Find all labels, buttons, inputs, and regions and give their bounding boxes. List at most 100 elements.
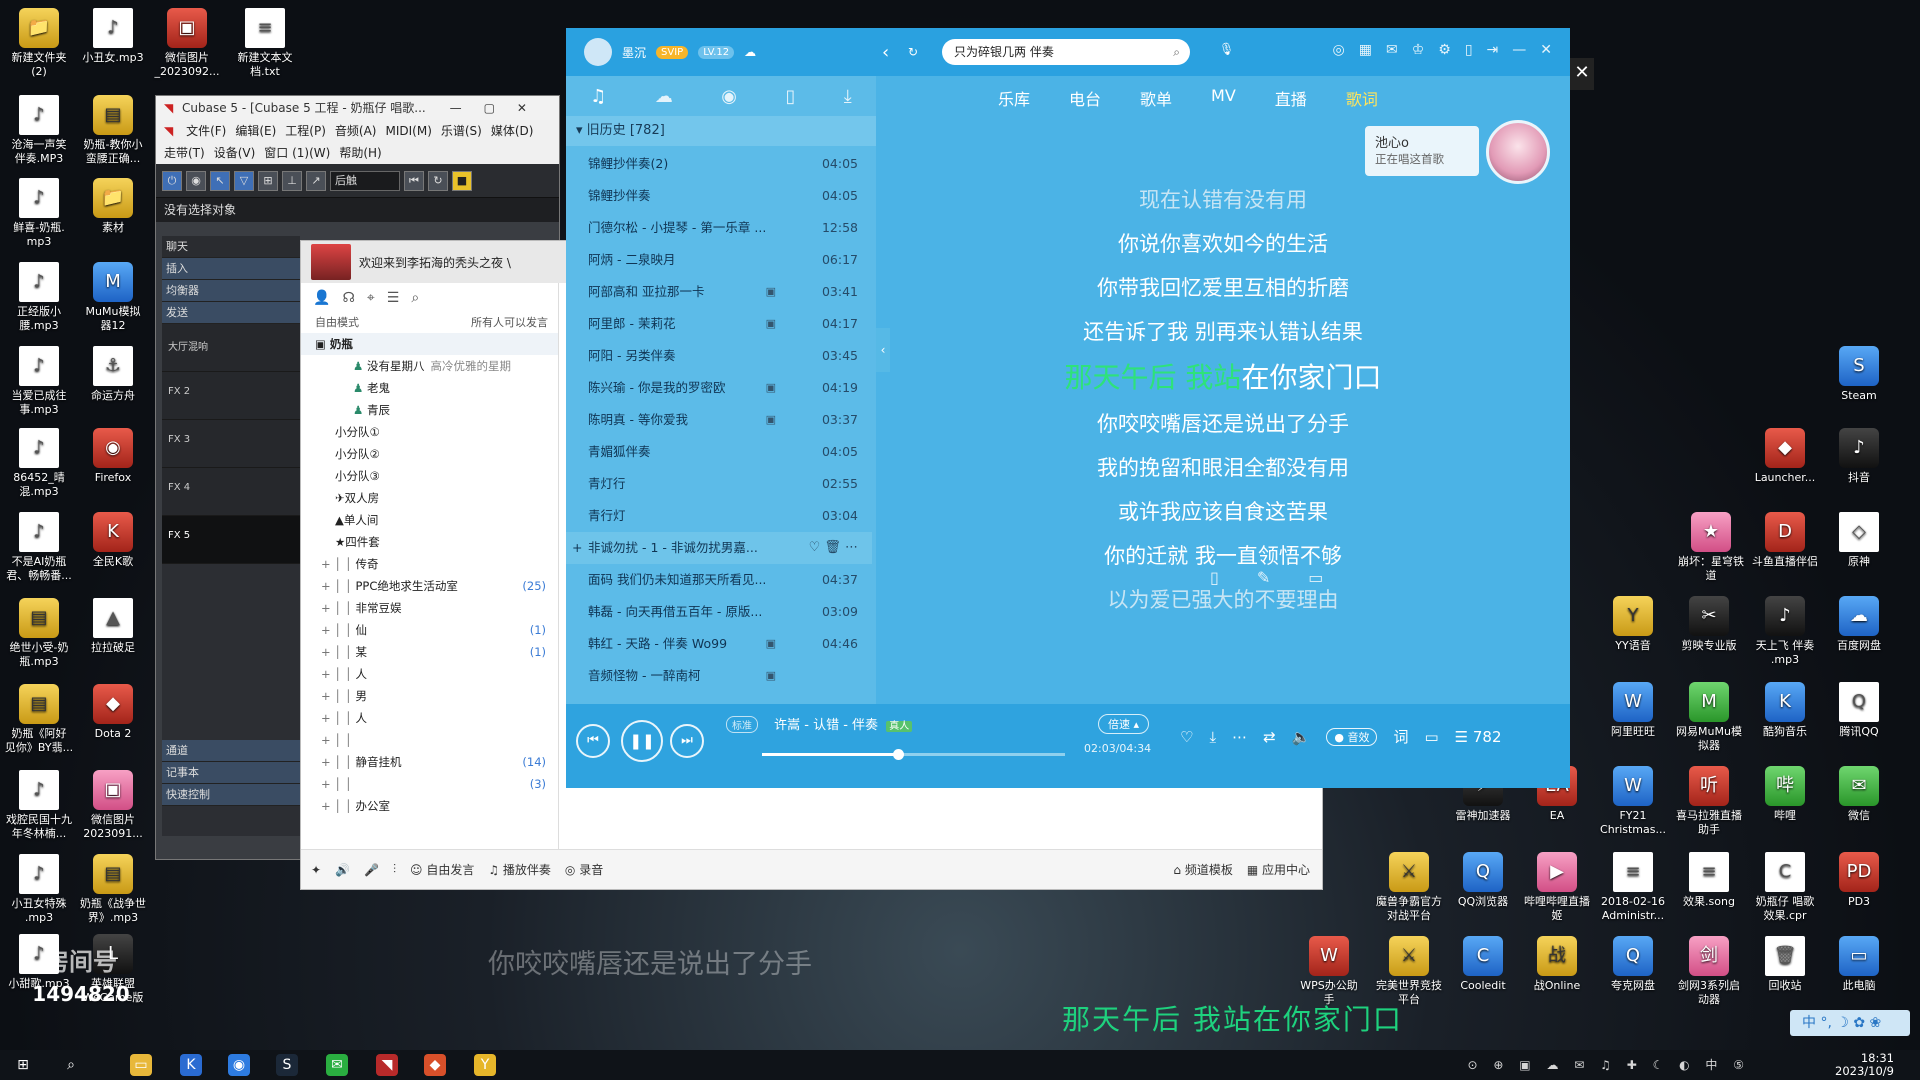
- menu-item-menu2-3[interactable]: 帮助(H): [339, 146, 381, 160]
- channel-group[interactable]: 小分队③: [301, 465, 558, 487]
- app-taskbar-icon[interactable]: ◆: [424, 1054, 446, 1076]
- song-row[interactable]: 门德尔松 - 小提琴 - 第一乐章 ... 12:58: [566, 212, 872, 244]
- expand-icon[interactable]: + │ │: [321, 733, 352, 747]
- start-icon[interactable]: ⊞: [12, 1054, 34, 1076]
- desktop-icon-r-18[interactable]: 哔哔哩: [1746, 766, 1824, 823]
- sub-channel[interactable]: + │ │ 传奇: [301, 553, 558, 575]
- desktop-icon-9[interactable]: M MuMu模拟 器12: [74, 262, 152, 333]
- automation-mode-select[interactable]: 后触: [330, 170, 400, 191]
- window-controls[interactable]: —▢✕: [450, 96, 549, 120]
- desktop-icon-r-22[interactable]: ▶ 哔哩哔哩直播 姬: [1518, 852, 1596, 923]
- desktop-icon-r-17[interactable]: 听喜马拉雅直播 助手: [1670, 766, 1748, 837]
- song-row[interactable]: 非诚勿扰 - 1 - 非诚勿扰男嘉... + ♡ 🗑 ⋯: [566, 532, 872, 564]
- search-taskbar-icon[interactable]: ⌕: [60, 1054, 82, 1076]
- app-center-button[interactable]: ▦ 应用中心: [1247, 861, 1310, 878]
- heart-icon[interactable]: ♡: [1180, 728, 1193, 746]
- desktop-icon-3[interactable]: ≡ 新建文本文 档.txt: [226, 8, 304, 79]
- desktop-icon-r-7[interactable]: ✂ 剪映专业版: [1670, 596, 1748, 653]
- member-row[interactable]: ♟ 青辰: [301, 399, 558, 421]
- search-input[interactable]: 只为碎银几两 伴奏 ⌕: [942, 39, 1190, 65]
- desktop-icon-r-13[interactable]: Q 腾讯QQ: [1820, 682, 1898, 739]
- channel-group[interactable]: ▲单人间: [301, 509, 558, 531]
- sub-channel[interactable]: + │ │ 人: [301, 663, 558, 685]
- yy-taskbar-icon[interactable]: Y: [474, 1054, 496, 1076]
- fx-channel-3[interactable]: FX 4: [162, 468, 300, 516]
- mixer-icon[interactable]: ⫶: [393, 862, 396, 877]
- progress-bar[interactable]: [762, 749, 1065, 760]
- fx-channel-1[interactable]: FX 2: [162, 372, 300, 420]
- expand-icon[interactable]: + │ │: [321, 623, 355, 637]
- song-row[interactable]: 青灯行 02:55: [566, 468, 872, 500]
- desktop-icon-r-34[interactable]: ▭ 此电脑: [1820, 936, 1898, 993]
- username[interactable]: 墨沉: [622, 44, 646, 61]
- music-note-icon[interactable]: ♫: [590, 86, 606, 107]
- lyric-poster-icon[interactable]: ▯: [1210, 568, 1219, 587]
- song-row[interactable]: 音频怪物 - 一醉南柯 ▣: [566, 660, 872, 692]
- message-icon[interactable]: ✉: [1386, 42, 1398, 58]
- menu-item-menu2-2[interactable]: 窗口 (1)(W): [264, 146, 330, 160]
- fx-channel-0[interactable]: 大厅混响: [162, 324, 300, 372]
- desktop-icon-r-4[interactable]: D 斗鱼直播伴侣: [1746, 512, 1824, 569]
- inspector-bottom-1[interactable]: 记事本: [162, 762, 300, 784]
- menu-item-menu2-0[interactable]: 走带(T): [164, 146, 205, 160]
- desktop-icon-7[interactable]: 📁 素材: [74, 178, 152, 235]
- menu-item-menu1-1[interactable]: 编辑(E): [235, 124, 276, 138]
- mv-icon[interactable]: ▣: [766, 308, 776, 340]
- desktop-icon-r-20[interactable]: ⚔ 魔兽争霸官方 对战平台: [1370, 852, 1448, 923]
- queue-button[interactable]: ☰ 782: [1455, 728, 1502, 746]
- mv-icon[interactable]: ▣: [766, 372, 776, 404]
- ime-toolbar[interactable]: 中 °, ☽ ✿ ❀: [1790, 1010, 1910, 1036]
- desktop-icon-r-10[interactable]: W 阿里旺旺: [1594, 682, 1672, 739]
- fx-channel-2[interactable]: FX 3: [162, 420, 300, 468]
- power-icon[interactable]: ⏻: [162, 170, 182, 191]
- apps-icon[interactable]: ▦: [1359, 42, 1372, 58]
- sub-channel[interactable]: + │ │ 仙 (1): [301, 619, 558, 641]
- inspector-bottom-2[interactable]: 快速控制: [162, 784, 300, 806]
- cubase-taskbar-icon[interactable]: ◥: [376, 1054, 398, 1076]
- free-speak-button[interactable]: ☺ 自由发言: [410, 861, 474, 878]
- sound-effect-button[interactable]: ● 音效: [1326, 727, 1378, 746]
- user-icon[interactable]: 👤: [313, 290, 330, 306]
- desktop-icon-r-19[interactable]: ✉ 微信: [1820, 766, 1898, 823]
- member-row[interactable]: ♟ 老鬼: [301, 377, 558, 399]
- menu-item-menu1-5[interactable]: 乐谱(S): [441, 124, 482, 138]
- desktop-icon-5[interactable]: ▤ 奶瓶-教你小 蛮腰正确...: [74, 95, 152, 166]
- mini-mode-icon[interactable]: ▯: [1465, 42, 1473, 58]
- comment-icon[interactable]: ▭: [1308, 568, 1323, 587]
- member-row[interactable]: ♟ 没有星期八 高冷优雅的星期: [301, 355, 558, 377]
- desktop-icon-23[interactable]: ▤ 奶瓶《战争世 界》.mp3: [74, 854, 152, 925]
- desktop-icon-r-26[interactable]: PD PD3: [1820, 852, 1898, 909]
- desktop-icon-1[interactable]: ♪ 小丑女.mp3: [74, 8, 152, 65]
- desktop-icon-r-25[interactable]: C 奶瓶仔 唱歌 效果.cpr: [1746, 852, 1824, 923]
- close-icon[interactable]: ✕: [1540, 42, 1552, 58]
- download-icon[interactable]: ⤓: [1209, 728, 1216, 746]
- history-header[interactable]: ▾ 旧历史 [782]: [566, 116, 876, 146]
- desktop-icon-4[interactable]: ♪ 沧海一声笑 伴奏.MP3: [0, 95, 78, 166]
- back-icon[interactable]: ‹: [882, 42, 889, 63]
- search-icon[interactable]: ⌕: [411, 290, 419, 306]
- inspector-section-1[interactable]: 插入: [162, 258, 300, 280]
- tool-split-icon[interactable]: ⊞: [258, 170, 278, 191]
- sub-channel[interactable]: + │ │ 男: [301, 685, 558, 707]
- desktop-icon-13[interactable]: ◉ Firefox: [74, 428, 152, 485]
- volume-icon[interactable]: 🔈: [1292, 728, 1311, 746]
- more-icon[interactable]: ⋯: [1232, 728, 1247, 746]
- menu-item-menu1-0[interactable]: 文件(F): [186, 124, 226, 138]
- sub-channel[interactable]: + │ │ (3): [301, 773, 558, 795]
- sub-channel[interactable]: + │ │ 人: [301, 707, 558, 729]
- desktop-icon-8[interactable]: ♪ 正经版小 腰.mp3: [0, 262, 78, 333]
- menu-item-menu1-6[interactable]: 媒体(D): [491, 124, 534, 138]
- stop-icon[interactable]: ■: [452, 170, 472, 191]
- mic-icon[interactable]: 🎤: [364, 863, 379, 877]
- mv-icon[interactable]: ▣: [766, 628, 776, 660]
- speed-button[interactable]: 倍速 ▴: [1098, 714, 1150, 734]
- pause-icon[interactable]: ❚❚: [621, 720, 663, 762]
- mv-icon[interactable]: ▣: [766, 404, 776, 436]
- desktop-icon-r-8[interactable]: ♪ 天上飞 伴奏 .mp3: [1746, 596, 1824, 667]
- channel-group[interactable]: ★四件套: [301, 531, 558, 553]
- desktop-icon-r-11[interactable]: M 网易MuMu模 拟器: [1670, 682, 1748, 753]
- expand-icon[interactable]: + │ │: [321, 557, 355, 571]
- search-icon[interactable]: ⌕: [1173, 39, 1180, 65]
- add-icon[interactable]: +: [572, 532, 582, 564]
- nav-tab-3[interactable]: MV: [1211, 86, 1236, 110]
